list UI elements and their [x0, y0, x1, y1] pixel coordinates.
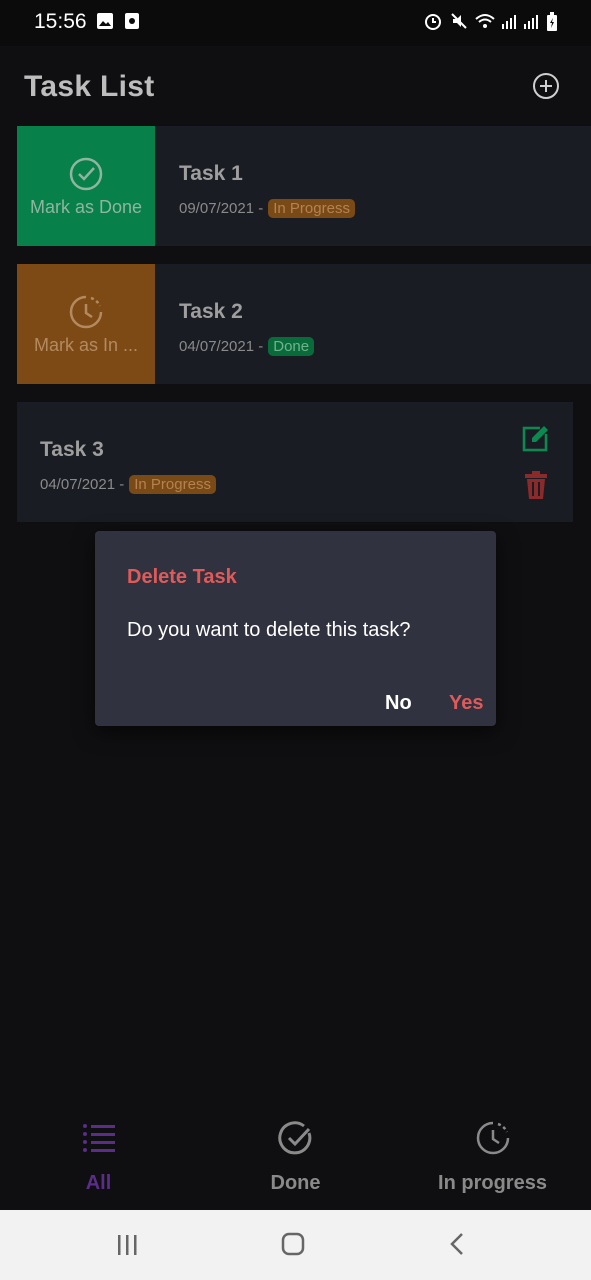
yes-button[interactable]: Yes	[449, 692, 483, 715]
task-card[interactable]: Mark as In ... Task 2 04/07/2021 - Done	[17, 264, 591, 384]
nav-done[interactable]: Done	[197, 1110, 394, 1210]
status-badge: Done	[268, 337, 315, 356]
task-meta: 04/07/2021 - In Progress	[40, 475, 216, 494]
bottom-nav: All Done In progress	[0, 1110, 591, 1210]
delete-dialog: Delete Task Do you want to delete this t…	[95, 531, 496, 726]
back-button[interactable]	[448, 1232, 466, 1256]
list-icon	[82, 1124, 115, 1152]
mute-icon	[451, 13, 467, 29]
signal-icon-2	[524, 15, 538, 29]
task-title: Task 3	[40, 438, 104, 461]
add-task-button[interactable]	[530, 70, 562, 102]
status-badge: In Progress	[129, 475, 216, 494]
status-badge: In Progress	[268, 199, 355, 218]
task-card[interactable]: Task 3 04/07/2021 - In Progress	[17, 402, 573, 522]
swipe-label: Mark as In ...	[33, 334, 139, 355]
alarm-icon	[425, 14, 441, 30]
task-card[interactable]: Mark as Done Task 1 09/07/2021 - In Prog…	[17, 126, 591, 246]
page-title: Task List	[24, 70, 155, 103]
task-date: 04/07/2021 -	[179, 338, 264, 355]
nav-all[interactable]: All	[0, 1110, 197, 1210]
screenshot-icon	[125, 13, 139, 29]
delete-icon[interactable]	[524, 470, 548, 500]
clock-progress-icon	[69, 295, 103, 328]
clock-progress-icon	[476, 1121, 509, 1155]
status-time: 15:56	[34, 10, 87, 33]
no-button[interactable]: No	[385, 692, 412, 715]
nav-label: In progress	[438, 1172, 547, 1194]
nav-label: Done	[270, 1172, 321, 1194]
recent-apps-button[interactable]	[116, 1234, 140, 1256]
task-meta: 09/07/2021 - In Progress	[179, 199, 355, 218]
mark-in-progress-action[interactable]: Mark as In ...	[17, 264, 155, 384]
task-title: Task 2	[179, 300, 243, 323]
task-title: Task 1	[179, 162, 243, 185]
check-circle-icon	[277, 1121, 311, 1155]
check-circle-icon	[69, 157, 103, 190]
nav-in-progress[interactable]: In progress	[394, 1110, 591, 1210]
system-nav-bar	[0, 1210, 591, 1280]
gallery-icon	[97, 13, 113, 29]
dialog-title: Delete Task	[127, 566, 237, 588]
status-bar: 15:56	[0, 0, 591, 46]
signal-icon	[502, 15, 516, 29]
nav-label: All	[85, 1172, 112, 1194]
home-button[interactable]	[281, 1232, 305, 1256]
wifi-icon	[475, 14, 495, 28]
mark-done-action[interactable]: Mark as Done	[17, 126, 155, 246]
battery-icon	[547, 12, 557, 31]
swipe-label: Mark as Done	[29, 196, 143, 217]
task-date: 04/07/2021 -	[40, 476, 125, 493]
edit-icon[interactable]	[520, 424, 550, 454]
task-date: 09/07/2021 -	[179, 200, 264, 217]
dialog-message: Do you want to delete this task?	[127, 619, 411, 641]
task-meta: 04/07/2021 - Done	[179, 337, 315, 356]
